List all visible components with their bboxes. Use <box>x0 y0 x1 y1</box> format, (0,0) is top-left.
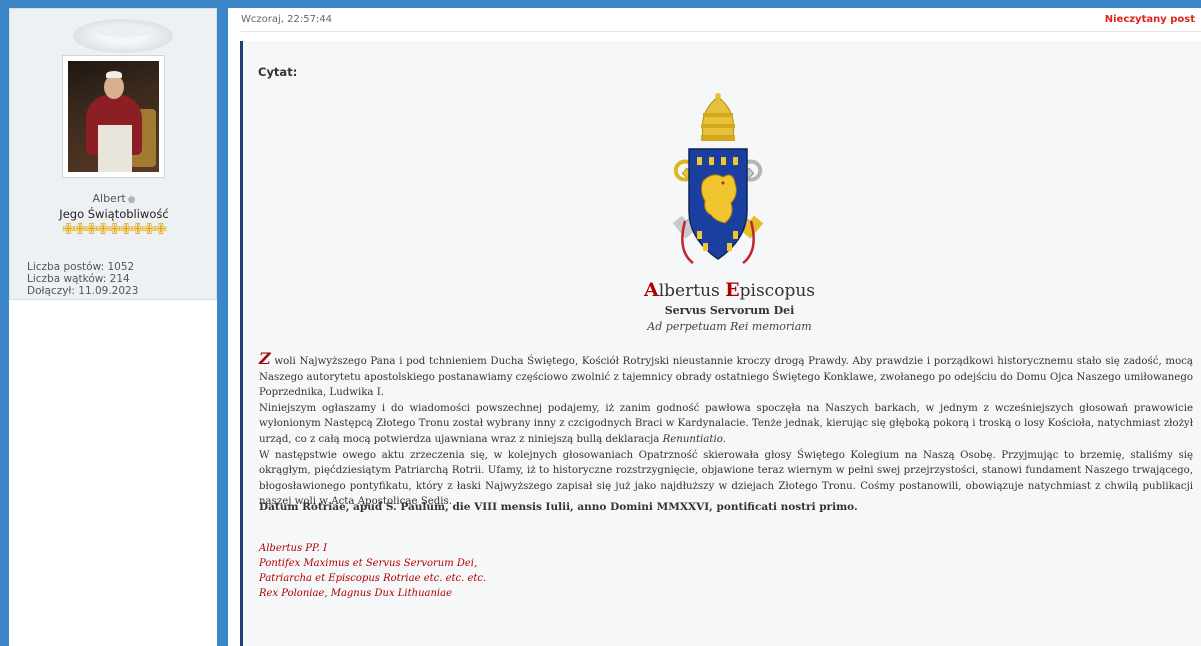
avatar[interactable] <box>62 55 165 178</box>
unread-post-label[interactable]: Nieczytany post <box>1105 14 1195 25</box>
document-motto: Ad perpetuam Rei memoriam <box>647 320 812 333</box>
dropcap: Z <box>259 349 271 368</box>
thread-count: Liczba wątków: 214 <box>27 273 130 285</box>
online-status-icon: ● <box>127 195 136 205</box>
signature-line: Patriarcha et Episcopus Rotriae etc. etc… <box>259 573 487 584</box>
quote-block: Cytat: Albertus Episcopus Servus Servoru… <box>240 41 1201 646</box>
signature-line: Rex Poloniae, Magnus Dux Lithuaniae <box>259 588 452 599</box>
divider <box>241 31 1201 32</box>
user-stats: Liczba postów: 1052 Liczba wątków: 214 D… <box>27 261 138 297</box>
paragraph-1: Z woli Najwyższego Pana i pod tchnieniem… <box>259 349 1193 399</box>
user-sidebar: Albert ● Jego Świątobliwość ✙✙✙✙✙✙✙✙✙ Lic… <box>9 8 217 300</box>
avatar-image <box>68 61 159 172</box>
username-link[interactable]: Albert <box>92 192 125 205</box>
top-bar <box>0 0 1201 8</box>
signature-line: Pontifex Maximus et Servus Servorum Dei, <box>259 558 478 569</box>
paragraph-2: Niniejszym ogłaszamy i do wiadomości pow… <box>259 402 1193 445</box>
quote-label: Cytat: <box>258 65 298 79</box>
document-subtitle: Servus Servorum Dei <box>664 304 795 317</box>
post-date: Wczoraj, 22:57:44 <box>241 14 333 25</box>
sidebar-empty-area <box>9 300 217 646</box>
user-rank: Jego Świątobliwość <box>59 207 169 221</box>
datum-line: Datum Rotriae, apud S. Paulum, die VIII … <box>259 501 858 513</box>
post-count: Liczba postów: 1052 <box>27 261 135 273</box>
coat-of-arms-icon <box>672 93 764 264</box>
document-body: Z woli Najwyższego Pana i pod tchnieniem… <box>259 351 1193 510</box>
username-row: Albert ● <box>10 192 218 205</box>
rank-stars-icon: ✙✙✙✙✙✙✙✙✙ <box>61 220 167 238</box>
header-ornament <box>73 19 173 53</box>
document-title: Albertus Episcopus <box>643 279 815 301</box>
signature-line: Albertus PP. I <box>259 543 328 554</box>
signature-block: Albertus PP. I Pontifex Maximus et Servu… <box>259 541 486 601</box>
join-date: Dołączył: 11.09.2023 <box>27 285 139 297</box>
post-content: Wczoraj, 22:57:44 Nieczytany post Cytat: <box>228 8 1201 646</box>
